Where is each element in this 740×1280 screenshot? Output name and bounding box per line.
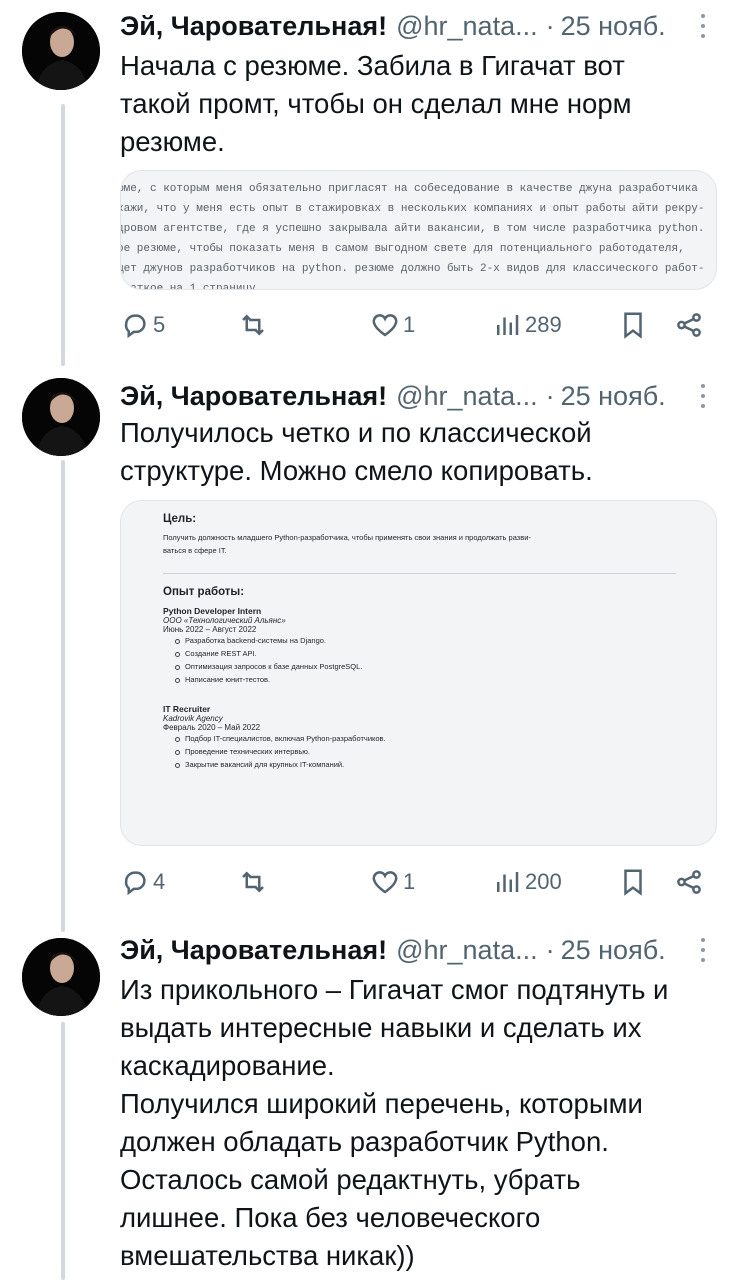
bookmark-icon: [624, 869, 642, 896]
more-options-icon[interactable]: [696, 934, 710, 966]
separator-dot: ·: [545, 10, 555, 41]
reply-count: 5: [153, 312, 166, 337]
resume-job-bullet: Написание юнит-тестов.: [175, 673, 676, 686]
prompt-line: щет джунов разработчиков на python. резю…: [120, 263, 705, 275]
more-options-icon[interactable]: [696, 10, 710, 42]
bookmark-button[interactable]: [618, 308, 648, 342]
resume-goal-text: ваться в сфере IT.: [163, 546, 227, 555]
tweet-date[interactable]: 25 нояб.: [561, 381, 666, 412]
prompt-line: краткое на 1 страницу: [120, 283, 256, 290]
like-button[interactable]: 1: [370, 865, 415, 899]
tweet-image[interactable]: Цель: Получить должность младшего Python…: [120, 500, 717, 846]
resume-job-title: IT Recruiter: [163, 704, 211, 714]
share-icon: [677, 870, 701, 894]
resume-job-bullet: Закрытие вакансий для крупных IT-компани…: [175, 758, 676, 771]
retweet-icon: [242, 314, 264, 336]
resume-job: IT Recruiter Kadrovik Agency Февраль 202…: [163, 704, 676, 771]
thread-line: [61, 460, 65, 932]
prompt-text-image: юме, с которым меня обязательно приглася…: [120, 171, 716, 290]
avatar-image: [22, 378, 100, 456]
heart-icon: [372, 871, 398, 894]
resume-goal-text: Получить должность младшего Python-разра…: [163, 533, 531, 542]
tweet-image[interactable]: юме, с которым меня обязательно приглася…: [120, 170, 717, 290]
author-handle[interactable]: @hr_nata...: [396, 11, 538, 42]
reply-button[interactable]: 4: [120, 865, 165, 899]
tweet-actions: 5 1 289: [120, 308, 710, 342]
resume-job-bullet: Создание REST API.: [175, 647, 676, 660]
tweet-text: Из прикольного – Гигачат смог подтянуть …: [120, 974, 669, 1271]
author-name[interactable]: Эй, Чаровательная!: [120, 935, 387, 966]
reply-icon: [124, 871, 146, 896]
resume-job-period: Февраль 2020 – Май 2022: [163, 723, 261, 732]
avatar[interactable]: [22, 938, 100, 1016]
prompt-line: ое резюме, чтобы показать меня в самом в…: [120, 243, 685, 255]
views-icon: [497, 872, 519, 892]
resume-job-company: ООО «Технологический Альянс»: [163, 616, 286, 625]
like-count: 1: [403, 869, 416, 894]
resume-job-bullet: Оптимизация запросов к базе данных Postg…: [175, 660, 676, 673]
author-name[interactable]: Эй, Чаровательная!: [120, 11, 387, 42]
resume-job-bullet: Проведение технических интервью.: [175, 745, 676, 758]
separator-dot: ·: [545, 934, 555, 965]
resume-job-period: Июнь 2022 – Август 2022: [163, 625, 257, 634]
retweet-button[interactable]: [238, 308, 268, 342]
tweet-header: Эй, Чаровательная! @hr_nata... · 25 нояб…: [120, 378, 710, 414]
tweet-date[interactable]: 25 нояб.: [561, 935, 666, 966]
resume-image: Цель: Получить должность младшего Python…: [163, 513, 676, 771]
avatar[interactable]: [22, 12, 100, 90]
more-options-icon[interactable]: [696, 380, 710, 412]
heart-icon: [372, 314, 398, 337]
bookmark-icon: [624, 312, 642, 339]
resume-job: Python Developer Intern ООО «Технологиче…: [163, 606, 676, 686]
views-count: 289: [525, 312, 562, 337]
retweet-icon: [242, 871, 264, 893]
resume-divider: [163, 573, 676, 574]
views-button[interactable]: 200: [492, 865, 562, 899]
tweet-date[interactable]: 25 нояб.: [561, 11, 666, 42]
prompt-line: дровом агентстве, где я успешно закрывал…: [120, 223, 705, 235]
tweet-header: Эй, Чаровательная! @hr_nata... · 25 нояб…: [120, 8, 710, 44]
bookmark-button[interactable]: [618, 865, 648, 899]
share-button[interactable]: [674, 865, 704, 899]
reply-icon: [124, 314, 146, 339]
tweet-text: Получилось четко и по классической струк…: [120, 417, 593, 486]
author-handle[interactable]: @hr_nata...: [396, 935, 538, 966]
resume-job-bullet: Подбор IT-специалистов, включая Python-р…: [175, 732, 676, 745]
author-name[interactable]: Эй, Чаровательная!: [120, 381, 387, 412]
avatar[interactable]: [22, 378, 100, 456]
author-handle[interactable]: @hr_nata...: [396, 381, 538, 412]
share-button[interactable]: [674, 308, 704, 342]
thread-line: [61, 104, 65, 366]
like-button[interactable]: 1: [370, 308, 415, 342]
views-count: 200: [525, 869, 562, 894]
like-count: 1: [403, 312, 416, 337]
prompt-line: кажи, что у меня есть опыт в стажировках…: [120, 203, 705, 215]
tweet-actions: 4 1 200: [120, 865, 710, 899]
reply-button[interactable]: 5: [120, 308, 165, 342]
share-icon: [677, 313, 701, 337]
resume-job-company: Kadrovik Agency: [163, 714, 223, 723]
resume-goal-heading: Цель:: [163, 513, 197, 525]
prompt-line: юме, с которым меня обязательно приглася…: [120, 183, 698, 195]
tweet-header: Эй, Чаровательная! @hr_nata... · 25 нояб…: [120, 932, 710, 968]
retweet-button[interactable]: [238, 865, 268, 899]
views-button[interactable]: 289: [492, 308, 562, 342]
avatar-image: [22, 12, 100, 90]
thread-line: [61, 1022, 65, 1280]
resume-experience-heading: Опыт работы:: [163, 586, 245, 598]
separator-dot: ·: [545, 380, 555, 411]
resume-job-bullet: Разработка backend-системы на Django.: [175, 634, 676, 647]
tweet-text: Начала с резюме. Забила в Гигачат вот та…: [120, 50, 632, 157]
avatar-image: [22, 938, 100, 1016]
reply-count: 4: [153, 869, 166, 894]
resume-job-title: Python Developer Intern: [163, 606, 262, 616]
views-icon: [497, 315, 519, 335]
